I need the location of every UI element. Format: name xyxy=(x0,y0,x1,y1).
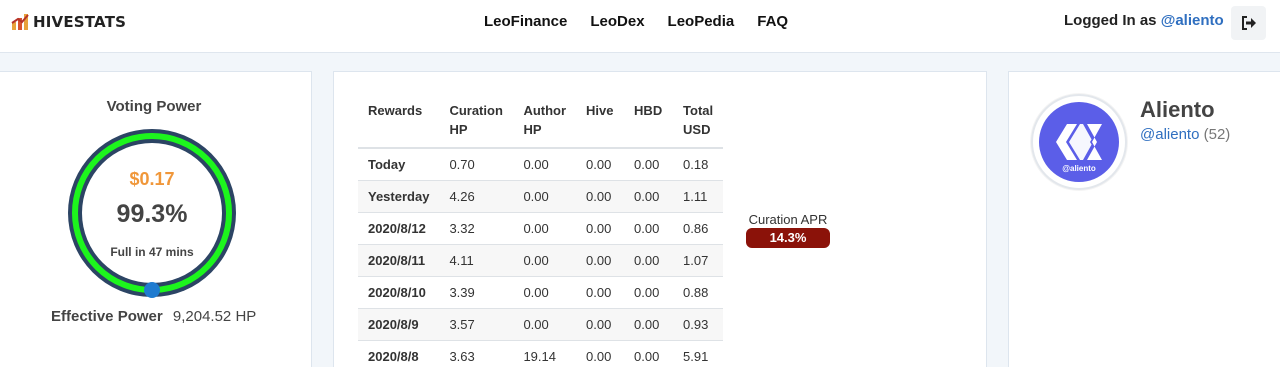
row-hbd: 0.00 xyxy=(624,243,674,276)
nav-link-leopedia[interactable]: LeoPedia xyxy=(668,13,735,30)
profile-card: @aliento Aliento @aliento (52) xyxy=(1008,71,1280,367)
rewards-table: Rewards Curation HP Author HP Hive HBD Tot… xyxy=(358,94,724,367)
row-author-hp: 0.00 xyxy=(513,243,577,276)
table-row: 2020/8/11 4.11 0.00 0.00 0.00 1.07 xyxy=(358,243,724,276)
col-author-hp: Author HP xyxy=(513,94,577,149)
row-curation-hp: 3.63 xyxy=(439,339,514,367)
table-row: 2020/8/9 3.57 0.00 0.00 0.00 0.93 xyxy=(358,307,724,340)
profile-name: Aliento xyxy=(1140,97,1215,122)
row-author-hp: 0.00 xyxy=(513,147,577,180)
table-row: 2020/8/10 3.39 0.00 0.00 0.00 0.88 xyxy=(358,275,724,308)
row-curation-hp: 3.57 xyxy=(439,307,514,340)
row-total-usd: 1.07 xyxy=(673,243,724,276)
row-hive: 0.00 xyxy=(576,147,625,180)
voting-power-title: Voting Power xyxy=(106,98,202,115)
table-row: 2020/8/12 3.32 0.00 0.00 0.00 0.86 xyxy=(358,211,724,244)
row-total-usd: 0.86 xyxy=(673,211,724,244)
row-hive: 0.00 xyxy=(576,275,625,308)
row-total-usd: 5.91 xyxy=(673,339,724,367)
row-hive: 0.00 xyxy=(576,211,625,244)
avatar-image: @aliento xyxy=(1039,102,1119,182)
row-date: 2020/8/10 xyxy=(358,275,440,308)
rewards-card: Rewards Curation HP Author HP Hive HBD Tot… xyxy=(333,71,987,367)
curation-apr-label: Curation APR xyxy=(748,212,828,227)
avatar[interactable]: @aliento xyxy=(1031,94,1127,190)
row-total-usd: 0.18 xyxy=(673,147,724,180)
bar-chart-icon xyxy=(11,14,29,30)
profile-reputation: (52) xyxy=(1203,126,1231,143)
table-row: Yesterday 4.26 0.00 0.00 0.00 1.11 xyxy=(358,179,724,212)
logout-button[interactable] xyxy=(1231,6,1266,40)
row-hbd: 0.00 xyxy=(624,147,674,180)
login-status: Logged In as @aliento xyxy=(1064,12,1224,29)
login-user-link[interactable]: @aliento xyxy=(1161,12,1224,29)
row-author-hp: 0.00 xyxy=(513,307,577,340)
avatar-caption: @aliento xyxy=(1062,164,1096,173)
row-hbd: 0.00 xyxy=(624,179,674,212)
col-rewards: Rewards xyxy=(358,94,440,149)
row-author-hp: 0.00 xyxy=(513,179,577,212)
login-prefix: Logged In as xyxy=(1064,12,1157,29)
row-author-hp: 19.14 xyxy=(513,339,577,367)
row-author-hp: 0.00 xyxy=(513,211,577,244)
row-date: 2020/8/8 xyxy=(358,339,440,367)
nav-link-faq[interactable]: FAQ xyxy=(757,13,788,30)
voting-power-percent: 99.3% xyxy=(116,200,188,228)
row-total-usd: 0.88 xyxy=(673,275,724,308)
effective-power-label: Effective Power xyxy=(51,308,163,325)
curation-apr-badge: 14.3% xyxy=(746,228,830,248)
row-date: Yesterday xyxy=(358,179,440,212)
row-hive: 0.00 xyxy=(576,243,625,276)
col-curation-hp: Curation HP xyxy=(439,94,514,149)
row-date: Today xyxy=(358,147,440,180)
row-hive: 0.00 xyxy=(576,307,625,340)
voting-power-card: Voting Power $0.17 99.3% Full in 47 mins… xyxy=(0,71,312,367)
row-hbd: 0.00 xyxy=(624,211,674,244)
sign-out-icon xyxy=(1241,16,1256,30)
main-nav: LeoFinance LeoDex LeoPedia FAQ xyxy=(484,13,811,30)
voting-power-amount: $0.17 xyxy=(129,169,175,189)
voting-power-full-in: Full in 47 mins xyxy=(110,245,194,259)
col-total-usd: Total USD xyxy=(673,94,724,149)
brand-logo[interactable]: HIVESTATS xyxy=(11,13,126,31)
row-curation-hp: 3.39 xyxy=(439,275,514,308)
row-date: 2020/8/9 xyxy=(358,307,440,340)
row-hive: 0.00 xyxy=(576,179,625,212)
table-row: Today 0.70 0.00 0.00 0.00 0.18 xyxy=(358,147,724,180)
row-curation-hp: 0.70 xyxy=(439,147,514,180)
row-total-usd: 1.11 xyxy=(673,179,724,212)
nav-link-leodex[interactable]: LeoDex xyxy=(590,13,644,30)
voting-power-knob xyxy=(144,282,160,298)
row-date: 2020/8/11 xyxy=(358,243,440,276)
top-navbar: HIVESTATS LeoFinance LeoDex LeoPedia FAQ… xyxy=(0,0,1280,53)
row-curation-hp: 3.32 xyxy=(439,211,514,244)
effective-power: Effective Power 9,204.52 HP xyxy=(51,308,256,325)
effective-power-value: 9,204.52 HP xyxy=(172,308,257,325)
col-hive: Hive xyxy=(576,94,625,149)
profile-handle: @aliento (52) xyxy=(1140,126,1230,143)
profile-handle-link[interactable]: @aliento xyxy=(1140,126,1199,143)
row-curation-hp: 4.11 xyxy=(439,243,514,276)
row-curation-hp: 4.26 xyxy=(439,179,514,212)
row-hbd: 0.00 xyxy=(624,307,674,340)
row-total-usd: 0.93 xyxy=(673,307,724,340)
row-author-hp: 0.00 xyxy=(513,275,577,308)
row-hive: 0.00 xyxy=(576,339,625,367)
curation-apr: Curation APR 14.3% xyxy=(746,212,830,248)
table-row: 2020/8/8 3.63 19.14 0.00 0.00 5.91 xyxy=(358,339,724,367)
row-date: 2020/8/12 xyxy=(358,211,440,244)
row-hbd: 0.00 xyxy=(624,275,674,308)
nav-link-leofinance[interactable]: LeoFinance xyxy=(484,13,567,30)
brand-name: HIVESTATS xyxy=(33,13,127,31)
rewards-header-row: Rewards Curation HP Author HP Hive HBD Tot… xyxy=(358,94,724,149)
col-hbd: HBD xyxy=(624,94,674,149)
row-hbd: 0.00 xyxy=(624,339,674,367)
